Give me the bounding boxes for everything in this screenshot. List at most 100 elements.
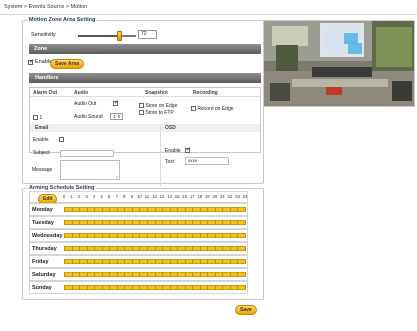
hour-tick xyxy=(245,285,246,290)
hour-tick-label: 2 xyxy=(77,194,81,199)
save-button[interactable]: Save xyxy=(235,305,257,315)
schedule-bar[interactable] xyxy=(64,220,246,225)
hour-tick xyxy=(199,207,201,212)
audio-sound-label: Audio Sound xyxy=(74,114,103,120)
audio-sound-select[interactable]: 1 ⇕ xyxy=(110,113,123,120)
schedule-bar[interactable] xyxy=(64,246,246,251)
hour-tick xyxy=(245,272,246,277)
hour-tick xyxy=(222,233,224,238)
handlers-table: Alarm Out Audio Snapshot Recording 1 Aud… xyxy=(29,87,261,186)
hour-tick-label: 15 xyxy=(174,194,180,199)
store-to-ftp-label: Store to FTP xyxy=(145,110,174,116)
alarm-out-checkbox[interactable] xyxy=(33,115,38,121)
hour-tick xyxy=(101,285,103,290)
zone-enable-row: Enable xyxy=(28,58,52,65)
hour-tick xyxy=(199,259,201,264)
hour-tick xyxy=(154,285,156,290)
zone-enable-checkbox[interactable] xyxy=(28,58,34,65)
schedule-bar[interactable] xyxy=(64,259,246,264)
hour-tick xyxy=(116,220,118,225)
store-to-ftp-checkbox[interactable] xyxy=(139,110,144,116)
hour-tick xyxy=(116,272,118,277)
hour-tick xyxy=(199,285,201,290)
hour-tick xyxy=(94,220,96,225)
hour-tick xyxy=(79,207,81,212)
sensitivity-slider[interactable] xyxy=(78,31,136,41)
hour-tick xyxy=(184,220,186,225)
hour-tick-label: 7 xyxy=(115,194,118,199)
hour-tick-label: 19 xyxy=(204,194,210,199)
handlers-header: Handlers xyxy=(29,73,261,83)
hour-tick xyxy=(214,285,216,290)
hour-tick-label: 4 xyxy=(92,194,96,199)
hour-tick-label: 21 xyxy=(219,194,225,199)
hour-tick-label: 10 xyxy=(137,194,142,199)
hour-tick xyxy=(237,220,239,225)
hour-tick xyxy=(222,207,224,212)
hour-tick xyxy=(184,285,186,290)
hour-tick xyxy=(154,233,156,238)
hour-tick xyxy=(245,259,246,264)
hour-tick xyxy=(222,246,224,251)
scroll-down-icon[interactable]: v xyxy=(116,174,118,179)
hour-tick-label: 12 xyxy=(152,194,157,199)
hour-tick xyxy=(124,272,126,277)
hour-tick xyxy=(109,207,111,212)
hour-tick xyxy=(207,233,209,238)
scroll-up-icon[interactable]: ^ xyxy=(116,161,118,166)
hour-tick-label: 3 xyxy=(85,194,88,199)
hour-tick xyxy=(192,272,194,277)
schedule-bar[interactable] xyxy=(64,285,246,290)
hour-tick xyxy=(154,246,156,251)
hour-tick xyxy=(71,259,73,264)
day-label: Tuesday xyxy=(32,220,54,226)
record-on-edge-checkbox[interactable] xyxy=(191,106,196,112)
save-area-button[interactable]: Save Area xyxy=(50,59,84,69)
sensitivity-slider-thumb[interactable] xyxy=(117,31,123,41)
osd-enable-checkbox[interactable] xyxy=(185,146,191,153)
email-message-textarea[interactable]: ^ v xyxy=(60,160,120,180)
day-label: Saturday xyxy=(32,272,56,278)
alarm-out-item: 1 xyxy=(33,115,42,121)
hour-tick xyxy=(131,220,133,225)
osd-text-input[interactable]: xxxx xyxy=(185,157,229,165)
hour-tick xyxy=(146,259,148,264)
schedule-row-thursday: Thursday xyxy=(29,242,248,255)
hour-tick xyxy=(154,220,156,225)
hour-tick xyxy=(64,220,65,225)
hour-tick xyxy=(237,207,239,212)
osd-enable-label: Enable xyxy=(165,148,181,154)
hour-tick xyxy=(101,207,103,212)
hour-tick xyxy=(192,233,194,238)
audio-out-label: Audio Out xyxy=(74,101,97,107)
schedule-bar[interactable] xyxy=(64,272,246,277)
audio-out-checkbox[interactable] xyxy=(113,99,119,106)
hour-tick xyxy=(109,285,111,290)
hour-tick xyxy=(154,272,156,277)
email-subject-input[interactable] xyxy=(60,150,114,157)
hour-tick xyxy=(245,220,246,225)
hour-tick xyxy=(71,246,73,251)
schedule-bar[interactable] xyxy=(64,233,246,238)
hour-tick xyxy=(109,220,111,225)
email-enable-checkbox[interactable] xyxy=(59,137,64,142)
hour-tick xyxy=(146,207,148,212)
day-label: Friday xyxy=(32,259,49,265)
hour-tick xyxy=(237,272,239,277)
schedule-bar[interactable] xyxy=(64,207,246,212)
email-osd-header-band xyxy=(30,124,260,132)
hour-tick xyxy=(184,246,186,251)
hour-tick xyxy=(177,220,179,225)
sensitivity-value-input[interactable]: 72 xyxy=(138,30,157,39)
hour-tick xyxy=(101,220,103,225)
hour-tick xyxy=(169,246,171,251)
hour-tick xyxy=(124,285,126,290)
hour-tick xyxy=(116,233,118,238)
store-on-edge-checkbox[interactable] xyxy=(139,103,144,109)
camera-preview[interactable] xyxy=(263,20,415,107)
hour-tick xyxy=(229,233,231,238)
hour-tick xyxy=(109,246,111,251)
hour-tick xyxy=(124,259,126,264)
hour-tick xyxy=(207,220,209,225)
hour-tick xyxy=(184,207,186,212)
